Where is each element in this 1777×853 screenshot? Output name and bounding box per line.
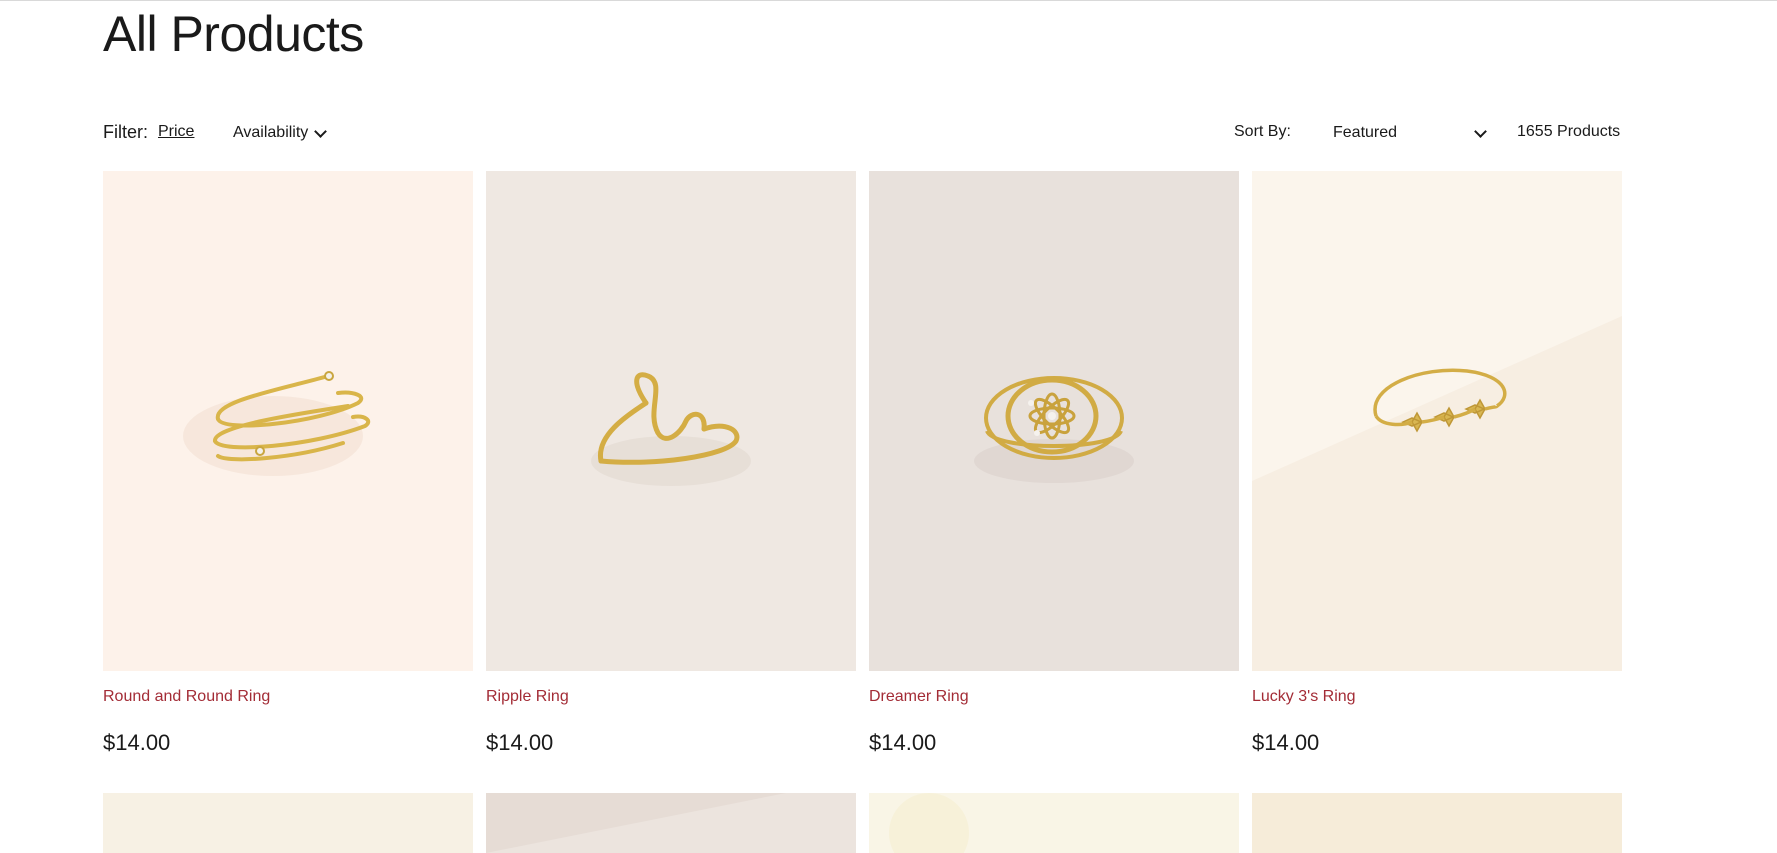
product-price: $14.00	[103, 730, 171, 755]
availability-label: Availability	[233, 124, 309, 141]
product-image[interactable]	[1252, 171, 1622, 671]
page-title: All Products	[103, 6, 364, 62]
product-name[interactable]: Round and Round Ring	[103, 688, 270, 706]
filter-bar: Filter: Price Availability Sort By: Feat…	[103, 118, 1623, 148]
product-count: 1655 Products	[1517, 123, 1621, 140]
product-image[interactable]	[103, 793, 473, 853]
filter-availability-dropdown[interactable]: Availability	[233, 124, 328, 142]
sort-label: Sort By:	[1234, 123, 1291, 140]
chevron-down-icon	[1474, 124, 1487, 138]
product-name[interactable]: Dreamer Ring	[869, 688, 969, 706]
sort-selected-value: Featured	[1333, 124, 1398, 141]
filter-price-link[interactable]: Price	[158, 123, 194, 141]
sort-select[interactable]: Featured	[1329, 120, 1489, 146]
product-image[interactable]	[869, 793, 1239, 853]
product-image[interactable]	[486, 171, 856, 671]
product-name[interactable]: Lucky 3's Ring	[1252, 688, 1356, 706]
product-image[interactable]	[486, 793, 856, 853]
product-name[interactable]: Ripple Ring	[486, 688, 569, 706]
filter-label: Filter:	[103, 122, 148, 142]
product-price: $14.00	[1252, 730, 1320, 755]
product-price: $14.00	[486, 730, 554, 755]
header-divider	[0, 0, 1777, 1]
chevron-down-icon	[314, 124, 328, 138]
product-image[interactable]	[869, 171, 1239, 671]
product-image[interactable]	[103, 171, 473, 671]
product-price: $14.00	[869, 730, 937, 755]
product-image[interactable]	[1252, 793, 1622, 853]
